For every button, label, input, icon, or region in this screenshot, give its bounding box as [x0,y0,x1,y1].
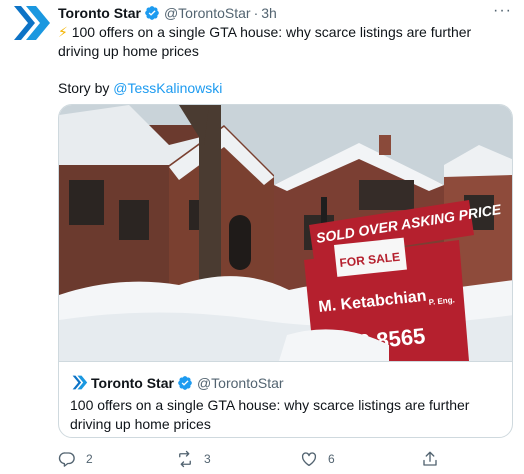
share-icon [423,451,437,466]
retweet-count: 3 [204,452,211,466]
verified-badge-icon [145,6,159,20]
toronto-star-mini-logo-icon [72,375,88,390]
share-button[interactable] [421,450,449,468]
tweet-actions: 2 3 6 [58,450,448,470]
quoted-tweet-card[interactable]: SOLD OVER ASKING PRICE FOR SALE M. Ketab… [58,104,513,438]
card-verified-badge-icon [178,375,192,390]
tweet-text: ⚡ 100 offers on a single GTA house: why … [58,23,514,61]
story-credit: Story by @TessKalinowski [58,79,222,97]
lightning-emoji: ⚡ [58,24,68,40]
tweet-header: Toronto Star @TorontoStar · 3h [58,4,514,22]
author-handle[interactable]: @TorontoStar [164,5,251,21]
card-text: 100 offers on a single GTA house: why sc… [70,397,470,432]
like-button[interactable]: 6 [300,450,335,468]
story-author-link[interactable]: @TessKalinowski [113,80,222,96]
toronto-star-avatar[interactable] [8,2,50,44]
tweet-timestamp[interactable]: 3h [261,5,277,21]
retweet-icon [179,450,191,468]
reply-button[interactable]: 2 [58,450,93,468]
like-count: 6 [328,452,335,466]
card-author-handle: @TorontoStar [196,374,284,391]
reply-icon [58,452,75,467]
card-footer[interactable]: Toronto Star @TorontoStar 100 offers on … [59,361,512,437]
house-photo[interactable]: SOLD OVER ASKING PRICE FOR SALE M. Ketab… [59,105,513,361]
author-name[interactable]: Toronto Star [58,5,141,21]
story-prefix: Story by [58,80,114,96]
heart-icon [301,452,317,467]
retweet-button[interactable]: 3 [176,450,211,468]
card-header: Toronto Star @TorontoStar [71,374,284,391]
separator-dot: · [253,5,259,21]
tweet-body: 100 offers on a single GTA house: why sc… [58,24,472,59]
more-options-icon[interactable]: ··· [493,2,512,20]
card-author-name: Toronto Star [91,374,174,391]
reply-count: 2 [86,452,93,466]
